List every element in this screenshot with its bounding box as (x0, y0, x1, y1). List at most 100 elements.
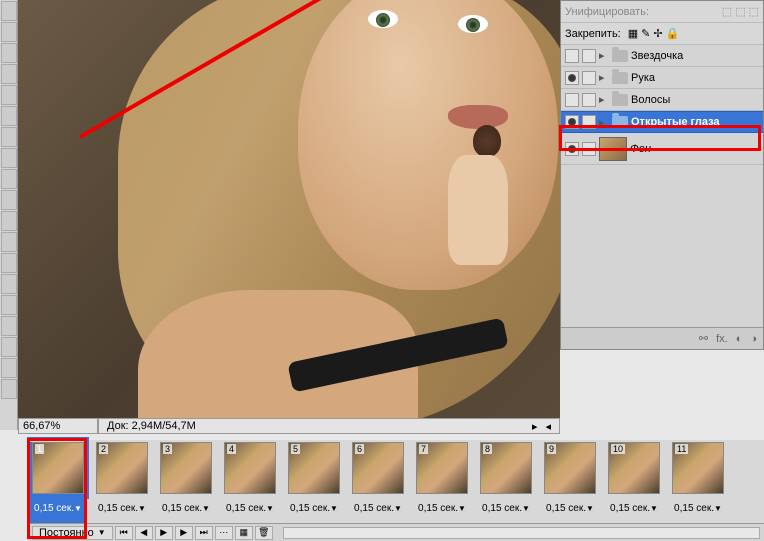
lock-brush-icon[interactable]: ✎ (641, 27, 650, 40)
portrait-image (18, 0, 560, 418)
frame-delay[interactable]: 0,15 сек.▼ (416, 502, 468, 515)
next-frame-button[interactable]: ▶ (175, 526, 193, 540)
fx-icon[interactable]: fx. (716, 333, 728, 345)
lock-position-icon[interactable]: ✢ (653, 27, 662, 40)
tool-button[interactable] (1, 379, 17, 399)
expand-arrow-icon[interactable]: ▸ (599, 49, 609, 62)
scroll-left-icon[interactable]: ◂ (545, 420, 551, 433)
tool-button[interactable] (1, 211, 17, 231)
adjustment-icon[interactable]: ◑ (750, 333, 757, 345)
tool-button[interactable] (1, 1, 17, 21)
unify-icon[interactable]: ⬚ (722, 5, 732, 18)
frame-number: 4 (227, 444, 236, 454)
prev-frame-button[interactable]: ◀ (135, 526, 153, 540)
first-frame-button[interactable]: ⏮ (115, 526, 133, 540)
tool-button[interactable] (1, 85, 17, 105)
frame-thumbnail: 6 (352, 442, 404, 494)
layer-link-slot[interactable] (582, 93, 596, 107)
frame-delay[interactable]: 0,15 сек.▼ (480, 502, 532, 515)
frame-thumbnail: 9 (544, 442, 596, 494)
tool-button[interactable] (1, 127, 17, 147)
expand-arrow-icon[interactable]: ▸ (599, 71, 609, 84)
tool-button[interactable] (1, 22, 17, 42)
visibility-toggle[interactable] (565, 142, 579, 156)
layer-link-slot[interactable] (582, 49, 596, 63)
visibility-toggle[interactable] (565, 49, 579, 63)
frame-delay[interactable]: 0,15 сек.▼ (224, 502, 276, 515)
unify-row: Унифицировать: ⬚ ⬚ ⬚ (561, 1, 763, 23)
last-frame-button[interactable]: ⏭ (195, 526, 213, 540)
visibility-toggle[interactable] (565, 71, 579, 85)
layer-link-slot[interactable] (582, 115, 596, 129)
frame-delay[interactable]: 0,15 сек.▼ (672, 502, 724, 515)
tool-button[interactable] (1, 337, 17, 357)
tool-button[interactable] (1, 232, 17, 252)
frame-thumbnail: 4 (224, 442, 276, 494)
tool-button[interactable] (1, 358, 17, 378)
layer-name[interactable]: Рука (631, 72, 655, 84)
link-icon[interactable]: ⚯ (699, 332, 708, 345)
unify-icon[interactable]: ⬚ (749, 5, 759, 18)
canvas[interactable] (18, 0, 560, 418)
expand-arrow-icon[interactable]: ▸ (599, 93, 609, 106)
lock-transparency-icon[interactable]: ▦ (628, 27, 638, 40)
frame-thumbnail: 7 (416, 442, 468, 494)
tool-button[interactable] (1, 295, 17, 315)
frame-delay[interactable]: 0,15 сек.▼ (608, 502, 660, 515)
tool-button[interactable] (1, 43, 17, 63)
timeline-scrollbar[interactable] (283, 527, 760, 539)
layer-row[interactable]: ▸ Открытые глаза (561, 111, 763, 133)
chevron-right-icon[interactable]: ▸ (532, 420, 538, 433)
frame-number: 10 (611, 444, 625, 454)
tool-button[interactable] (1, 190, 17, 210)
lock-row: Закрепить: ▦ ✎ ✢ 🔒 (561, 23, 763, 45)
layer-name[interactable]: Фон (630, 143, 651, 155)
frame-delay[interactable]: 0,15 сек.▼ (288, 502, 340, 515)
tool-button[interactable] (1, 148, 17, 168)
tool-button[interactable] (1, 274, 17, 294)
loop-label: Постоянно (39, 527, 94, 539)
layer-name[interactable]: Звездочка (631, 50, 683, 62)
tool-button[interactable] (1, 169, 17, 189)
layer-name[interactable]: Открытые глаза (631, 116, 720, 128)
tool-button[interactable] (1, 316, 17, 336)
unify-icon[interactable]: ⬚ (735, 5, 745, 18)
loop-mode-dropdown[interactable]: Постоянно ▼ (32, 526, 113, 540)
frame-thumbnail: 1 (32, 442, 84, 494)
zoom-level[interactable]: 66,67% (18, 418, 98, 434)
visibility-toggle[interactable] (565, 93, 579, 107)
frame-number: 8 (483, 444, 492, 454)
frame-number: 1 (35, 444, 44, 454)
doc-info-value: 2,94M/54,7M (132, 420, 196, 432)
layer-row[interactable]: ▸ Рука (561, 67, 763, 89)
tween-button[interactable]: ⋯ (215, 526, 233, 540)
frame-thumbnail: 2 (96, 442, 148, 494)
visibility-toggle[interactable] (565, 115, 579, 129)
layer-row[interactable]: ▸ Звездочка (561, 45, 763, 67)
frame-number: 5 (291, 444, 300, 454)
frame-delay[interactable]: 0,15 сек.▼ (352, 502, 404, 515)
frame-delay[interactable]: 0,15 сек.▼ (32, 502, 84, 515)
delete-frame-button[interactable]: 🗑 (255, 526, 273, 540)
document-info: Док: 2,94M/54,7M ▸ ◂ (98, 418, 560, 434)
layer-row[interactable]: Фон (561, 133, 763, 165)
lock-all-icon[interactable]: 🔒 (666, 27, 680, 40)
tool-button[interactable] (1, 253, 17, 273)
layer-name[interactable]: Волосы (631, 94, 670, 106)
frame-delay[interactable]: 0,15 сек.▼ (96, 502, 148, 515)
tool-button[interactable] (1, 64, 17, 84)
folder-icon (612, 50, 628, 62)
layer-link-slot[interactable] (582, 142, 596, 156)
new-frame-button[interactable]: ▦ (235, 526, 253, 540)
doc-info-label: Док: (107, 420, 129, 432)
mask-icon[interactable]: ◐ (736, 333, 743, 345)
layer-link-slot[interactable] (582, 71, 596, 85)
frame-delay[interactable]: 0,15 сек.▼ (160, 502, 212, 515)
frame-thumbnail: 11 (672, 442, 724, 494)
frame-number: 11 (675, 444, 688, 454)
frame-delay[interactable]: 0,15 сек.▼ (544, 502, 596, 515)
play-button[interactable]: ▶ (155, 526, 173, 540)
layer-row[interactable]: ▸ Волосы (561, 89, 763, 111)
tool-button[interactable] (1, 106, 17, 126)
expand-arrow-icon[interactable]: ▸ (599, 116, 609, 129)
